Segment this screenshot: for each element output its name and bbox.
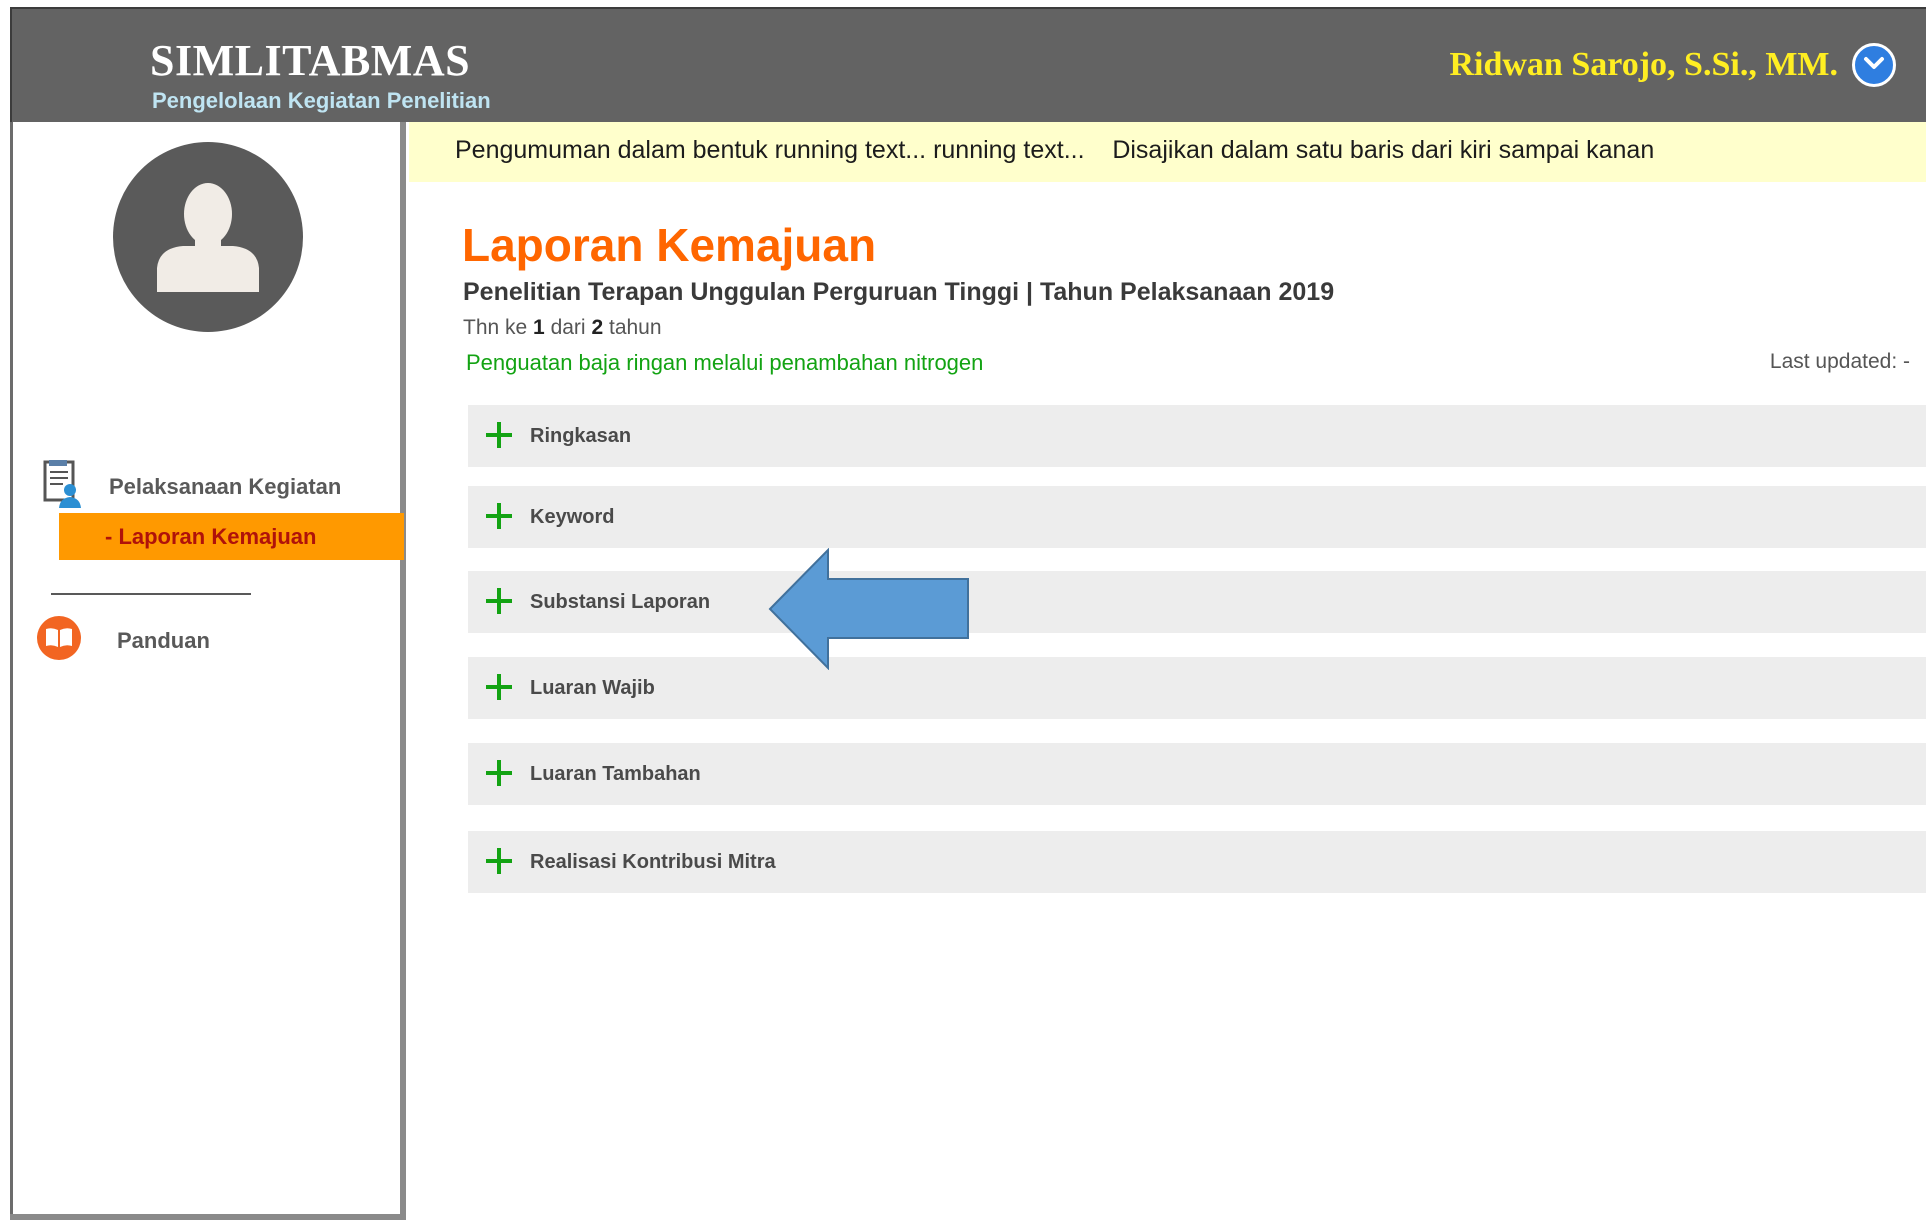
sidebar-divider	[51, 593, 251, 595]
plus-icon[interactable]	[484, 586, 514, 616]
section-label: Substansi Laporan	[530, 591, 711, 613]
plus-icon[interactable]	[484, 501, 514, 531]
left-arrow-icon	[768, 548, 969, 670]
announcement-bar: Pengumuman dalam bentuk running text... …	[409, 122, 1926, 182]
user-name[interactable]: Ridwan Sarojo, S.Si., MM.	[1449, 46, 1838, 84]
section-label: Luaran Wajib	[530, 677, 655, 699]
plus-icon[interactable]	[484, 672, 514, 702]
sidebar-item-laporan-kemajuan[interactable]: - Laporan Kemajuan	[59, 513, 404, 560]
brand-subtitle: Pengelolaan Kegiatan Penelitian	[152, 88, 491, 113]
announcement-text: Pengumuman dalam bentuk running text... …	[455, 136, 1655, 164]
plus-icon[interactable]	[484, 846, 514, 876]
year-mid: dari	[550, 316, 586, 339]
sidebar-item-label: Panduan	[117, 628, 210, 653]
book-icon	[37, 616, 81, 660]
section-label: Keyword	[530, 506, 615, 528]
section-keyword[interactable]: Keyword	[468, 486, 1926, 548]
section-ringkasan[interactable]: Ringkasan	[468, 405, 1926, 467]
year-total: 2	[591, 316, 604, 339]
brand-title: SIMLITABMAS	[150, 36, 471, 85]
sidebar: Pelaksanaan Kegiatan - Laporan Kemajuan …	[10, 122, 406, 1220]
year-info: Thn ke 1 dari 2 tahun	[463, 316, 662, 340]
user-avatar-icon	[113, 142, 303, 332]
year-prefix: Thn ke	[463, 316, 528, 339]
section-luaran-wajib[interactable]: Luaran Wajib	[468, 657, 1926, 719]
sidebar-item-panduan[interactable]: Panduan	[37, 616, 397, 660]
section-label: Realisasi Kontribusi Mitra	[530, 851, 776, 873]
section-label: Ringkasan	[530, 425, 632, 447]
person-silhouette-icon	[157, 183, 259, 292]
year-suffix: tahun	[608, 316, 662, 339]
page-subtitle: Penelitian Terapan Unggulan Perguruan Ti…	[463, 278, 1335, 306]
section-realisasi-kontribusi-mitra[interactable]: Realisasi Kontribusi Mitra	[468, 831, 1926, 893]
year-current: 1	[533, 316, 545, 339]
app-frame: SIMLITABMAS Pengelolaan Kegiatan Penelit…	[0, 0, 1926, 1220]
section-luaran-tambahan[interactable]: Luaran Tambahan	[468, 743, 1926, 805]
chevron-down-circle-icon[interactable]	[1852, 43, 1896, 87]
sidebar-item-label: Pelaksanaan Kegiatan	[109, 474, 342, 499]
sidebar-item-pelaksanaan-kegiatan[interactable]: Pelaksanaan Kegiatan	[39, 460, 399, 510]
page-title: Laporan Kemajuan	[462, 219, 877, 271]
section-label: Luaran Tambahan	[530, 763, 701, 785]
top-header: SIMLITABMAS Pengelolaan Kegiatan Penelit…	[10, 7, 1926, 122]
chevron-down-icon	[1864, 57, 1884, 69]
plus-icon[interactable]	[484, 758, 514, 788]
sidebar-item-label: - Laporan Kemajuan	[105, 524, 317, 549]
sidebar-bottom-border	[10, 1214, 406, 1220]
section-substansi-laporan[interactable]: Substansi Laporan	[468, 571, 1926, 633]
document-person-icon	[43, 460, 81, 508]
plus-icon[interactable]	[484, 420, 514, 450]
research-title: Penguatan baja ringan melalui penambahan…	[466, 350, 984, 375]
last-updated: Last updated: -	[1769, 350, 1910, 373]
